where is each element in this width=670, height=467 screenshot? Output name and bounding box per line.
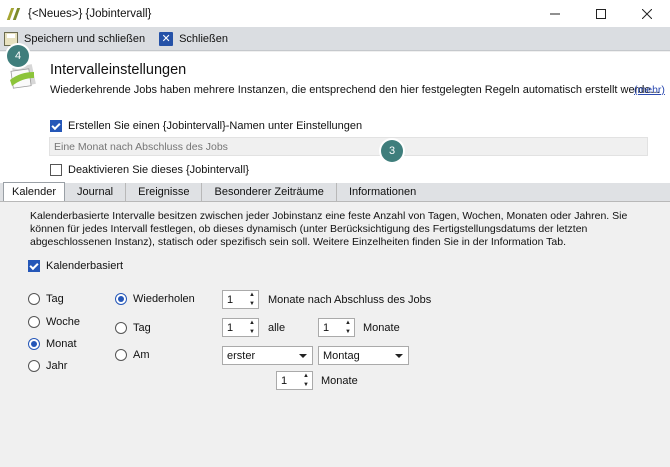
minimize-icon (550, 13, 560, 14)
chevron-down-icon[interactable]: ▼ (303, 382, 309, 388)
create-name-label: Erstellen Sie einen {Jobintervall}-Namen… (68, 120, 363, 132)
chevron-up-icon[interactable]: ▲ (303, 373, 309, 379)
chevron-down-icon[interactable]: ▼ (249, 301, 255, 307)
ordinal-select[interactable]: erster (222, 346, 313, 365)
radio-button[interactable] (28, 338, 40, 350)
tab-journal[interactable]: Journal (65, 183, 127, 201)
close-x-icon: ✕ (159, 31, 174, 46)
chevron-up-icon[interactable]: ▲ (345, 320, 351, 326)
mode-radio-am[interactable]: Am (115, 349, 150, 361)
calendar-description: Kalenderbasierte Intervalle besitzen zwi… (30, 210, 628, 248)
interval-settings-panel: Intervalleinstellungen Wiederkehrende Jo… (0, 52, 670, 183)
toolbar: Speichern und schließen ✕ Schließen (0, 27, 670, 51)
calendar-based-checkbox-row[interactable]: Kalenderbasiert (28, 260, 123, 272)
interval-name-input[interactable] (49, 137, 648, 156)
stepper-arrows[interactable]: ▲ ▼ (302, 373, 310, 388)
day-months-label: Monate (363, 322, 400, 334)
radio-button[interactable] (115, 322, 127, 334)
every-label: alle (268, 322, 286, 334)
chevron-up-icon[interactable]: ▲ (249, 292, 255, 298)
tab-informationen[interactable]: Informationen (337, 183, 428, 201)
unit-label: Tag (46, 293, 64, 305)
close-icon (642, 8, 652, 19)
unit-radio-monat[interactable]: Monat (28, 338, 77, 350)
step-badge-name: 3 (381, 140, 403, 162)
title-bar: {<Neues>} {Jobintervall} (0, 0, 670, 27)
window-title: {<Neues>} {Jobintervall} (28, 7, 152, 20)
repeat-months-stepper[interactable]: 1 ▲ ▼ (222, 290, 259, 309)
maximize-button[interactable] (578, 0, 624, 27)
radio-button[interactable] (115, 349, 127, 361)
close-label: Schließen (179, 32, 228, 45)
unit-radio-jahr[interactable]: Jahr (28, 360, 67, 372)
stepper-value: 1 (281, 374, 288, 387)
app-logo-icon (6, 7, 22, 21)
mode-radio-tag[interactable]: Tag (115, 322, 151, 334)
chevron-down-icon (395, 354, 403, 358)
more-link[interactable]: (mehr) (634, 84, 665, 96)
maximize-icon (596, 8, 606, 19)
calendar-tab-content: Kalenderbasierte Intervalle besitzen zwi… (0, 202, 670, 467)
deactivate-label: Deaktivieren Sie dieses {Jobintervall} (68, 164, 249, 176)
stepper-arrows[interactable]: ▲ ▼ (248, 292, 256, 307)
chevron-down-icon[interactable]: ▼ (249, 329, 255, 335)
stepper-arrows[interactable]: ▲ ▼ (248, 320, 256, 335)
stepper-arrows[interactable]: ▲ ▼ (344, 320, 352, 335)
deactivate-checkbox[interactable] (50, 164, 62, 176)
radio-button[interactable] (28, 316, 40, 328)
calendar-based-label: Kalenderbasiert (46, 260, 124, 272)
save-icon (4, 31, 18, 46)
select-value: erster (227, 349, 256, 362)
stepper-value: 1 (323, 321, 330, 334)
tab-bar: Kalender Journal Ereignisse Besonderer Z… (0, 182, 670, 202)
mode-label: Am (133, 349, 150, 361)
step-badge-save: 4 (7, 45, 29, 67)
chevron-up-icon[interactable]: ▲ (249, 320, 255, 326)
mode-label: Tag (133, 322, 151, 334)
radio-button[interactable] (115, 293, 127, 305)
day-number-stepper[interactable]: 1 ▲ ▼ (222, 318, 259, 337)
tab-besondere-zeitraeume[interactable]: Besonderer Zeiträume (202, 183, 337, 201)
unit-label: Monat (46, 338, 77, 350)
day-months-stepper[interactable]: 1 ▲ ▼ (318, 318, 355, 337)
mode-label: Wiederholen (133, 293, 195, 305)
create-name-checkbox[interactable] (50, 120, 62, 132)
close-button[interactable]: ✕ Schließen (155, 28, 232, 50)
header-description: Wiederkehrende Jobs haben mehrere Instan… (50, 84, 660, 96)
chevron-down-icon (299, 354, 307, 358)
save-and-close-label: Speichern und schließen (24, 32, 146, 45)
radio-button[interactable] (28, 360, 40, 372)
stepper-value: 1 (227, 293, 234, 306)
unit-radio-tag[interactable]: Tag (28, 293, 64, 305)
chevron-down-icon[interactable]: ▼ (345, 329, 351, 335)
select-value: Montag (323, 349, 360, 362)
weekday-select[interactable]: Montag (318, 346, 409, 365)
on-months-stepper[interactable]: 1 ▲ ▼ (276, 371, 313, 390)
page-title: Intervalleinstellungen (50, 62, 187, 78)
radio-button[interactable] (28, 293, 40, 305)
mode-radio-wiederholen[interactable]: Wiederholen (115, 293, 195, 305)
tab-kalender[interactable]: Kalender (3, 182, 66, 201)
unit-label: Woche (46, 316, 81, 328)
window-controls (532, 0, 670, 27)
unit-radio-woche[interactable]: Woche (28, 316, 80, 328)
minimize-button[interactable] (532, 0, 578, 27)
close-window-button[interactable] (624, 0, 670, 27)
create-name-checkbox-row[interactable]: Erstellen Sie einen {Jobintervall}-Namen… (50, 120, 362, 132)
unit-label: Jahr (46, 360, 68, 372)
deactivate-checkbox-row[interactable]: Deaktivieren Sie dieses {Jobintervall} (50, 164, 249, 176)
on-months-label: Monate (321, 375, 358, 387)
tab-ereignisse[interactable]: Ereignisse (126, 183, 203, 201)
stepper-value: 1 (227, 321, 234, 334)
calendar-based-checkbox[interactable] (28, 260, 40, 272)
repeat-suffix-label: Monate nach Abschluss des Jobs (268, 294, 432, 306)
